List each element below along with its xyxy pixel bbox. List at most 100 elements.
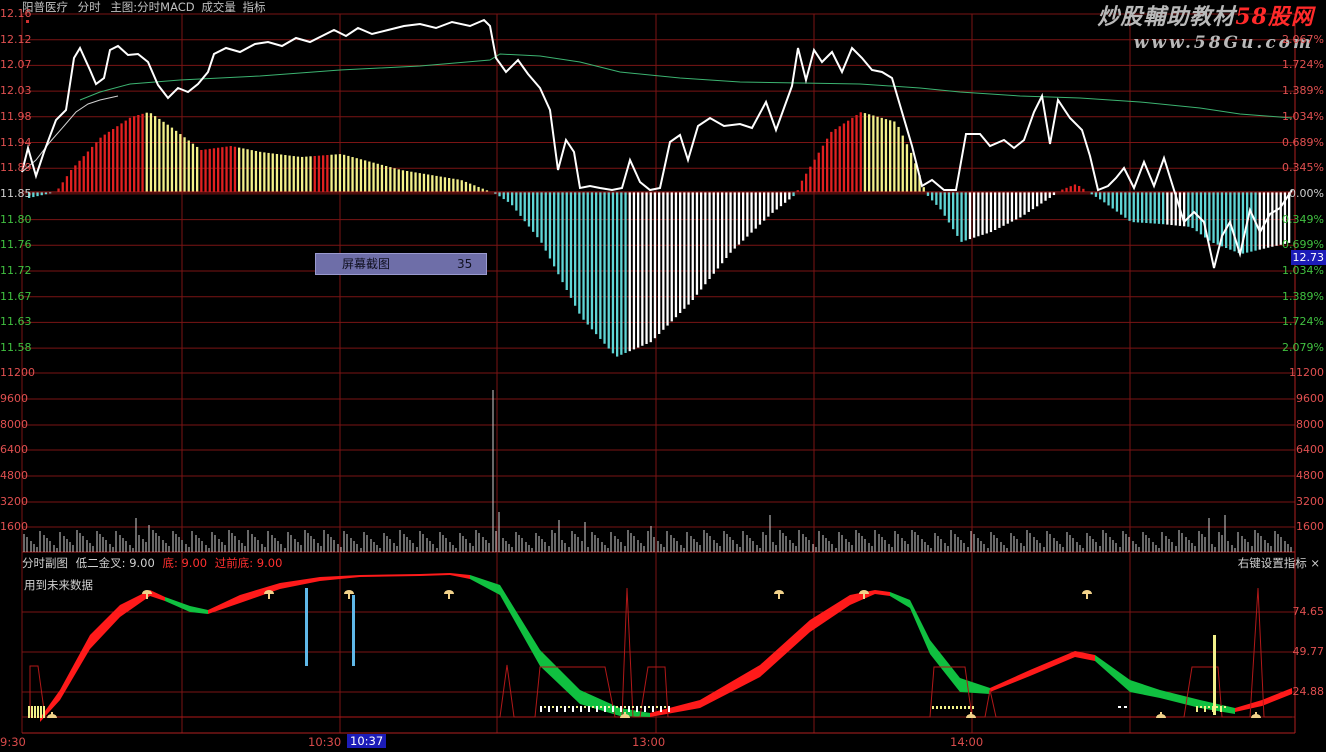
macd-bar [826,138,829,192]
sub-axis-label: 24.88 [1292,685,1325,698]
macd-bar [74,165,77,192]
indicator-settings-button[interactable]: 右键设置指标 × [1238,555,1320,571]
main-chart-label[interactable]: 主图:分时MACD [110,0,194,14]
macd-bar [191,143,195,192]
sub-hist-bar [1220,706,1222,712]
time-label-1400: 14:00 [950,735,984,749]
sub-hist-bar [1204,706,1206,712]
chart-canvas[interactable] [0,0,1326,752]
sub-axis-label: 49.77 [1292,645,1325,658]
macd-bar [805,173,808,192]
macd-bar [1237,192,1240,254]
macd-bar [149,113,153,192]
top-marker-icon [859,590,869,594]
macd-bar [746,192,749,237]
macd-bar [1262,192,1266,249]
sub-hist-bar [624,706,626,708]
sub-hist-bar [592,706,594,708]
macd-bar [910,152,913,192]
macd-bar [170,127,174,192]
macd-bar [674,192,678,318]
watermark: 炒股輔助教材58股网 www.58Gu.com [1097,4,1314,56]
macd-bar [1120,192,1123,215]
macd-bar [637,192,640,348]
sub-hist-bar [1124,706,1127,708]
macd-bar [506,192,510,202]
top-marker-icon-stem [448,594,450,599]
top-marker-icon-stem [778,594,780,599]
grid-lines [21,13,1296,733]
macd-bar [1099,192,1102,200]
macd-bar [385,166,388,192]
macd-bar [758,192,762,225]
macd-bar [561,192,564,283]
macd-bar [611,192,615,354]
pct-axis-label: 1.389% [1282,84,1324,98]
volume-axis-label: 11200 [1289,366,1324,379]
price-axis-label: 11.63 [0,315,32,329]
sub-chart-title[interactable]: 分时副图 [22,556,68,570]
sub-hist-bar [588,706,590,712]
volume-axis-label: 4800 [0,469,28,482]
bottom-value: 9.00 [181,556,208,570]
macd-bar [427,174,430,192]
macd-bar [603,192,606,344]
volume-axis-label: 4800 [1296,469,1324,482]
macd-bar [418,173,421,192]
macd-bar [1195,192,1198,232]
sub-hist-bar [604,706,606,712]
price-axis-label: 12.16 [0,7,32,20]
macd-bar [695,192,699,295]
volume-axis-label: 3200 [0,495,28,508]
bottom-marker-icon-stem [1160,712,1162,717]
macd-bar [851,117,854,192]
top-marker-icon [344,590,354,594]
indicator-label[interactable]: 指标 [242,0,265,14]
price-axis-label: 12.07 [0,58,32,72]
macd-bar [397,169,400,192]
macd-bar [305,156,308,192]
macd-bar [834,129,837,192]
macd-bar [628,192,631,352]
screenshot-tooltip[interactable]: 屏幕截图 35 [315,253,487,275]
macd-bar [359,159,363,192]
trend-ribbon [208,575,360,614]
volume-label[interactable]: 成交量 [201,0,236,14]
macd-bar [401,170,405,192]
macd-bar [897,126,900,192]
pct-axis-label: 0.689% [1282,135,1324,149]
macd-bar [779,192,783,207]
macd-bar [792,192,795,197]
macd-bar [498,192,501,197]
macd-bar [460,180,463,192]
macd-bar [754,192,757,229]
sub-hist-bar [37,706,39,718]
pct-axis-label: 1.724% [1282,315,1324,329]
macd-bar [1002,192,1005,226]
macd-bar [1027,192,1030,212]
macd-bar [187,140,190,192]
macd-bar [607,192,610,349]
macd-bar [767,192,770,217]
mode-label[interactable]: 分时 [78,0,101,14]
macd-bar [1006,192,1009,224]
sub-hist-bar [1196,706,1198,712]
top-marker-icon [774,590,784,594]
macd-bar [582,192,585,320]
sub-hist-bar [1208,706,1210,708]
sub-chart [28,573,1292,722]
macd-bar [70,170,73,192]
macd-bar [389,167,392,192]
macd-bar [368,161,371,192]
sub-hist-bar [34,706,36,718]
macd-bar [733,192,736,249]
low-cross-value: 9.00 [129,556,155,570]
macd-bar [855,115,858,192]
macd-bar [641,192,644,346]
macd-bar [1187,192,1190,227]
sub-hist-bar [932,706,934,709]
macd-bar [473,185,476,192]
price-axis-label: 11.89 [0,161,32,175]
pct-axis-label: 2.067% [1282,32,1324,46]
sub-hist-bar [636,706,638,712]
